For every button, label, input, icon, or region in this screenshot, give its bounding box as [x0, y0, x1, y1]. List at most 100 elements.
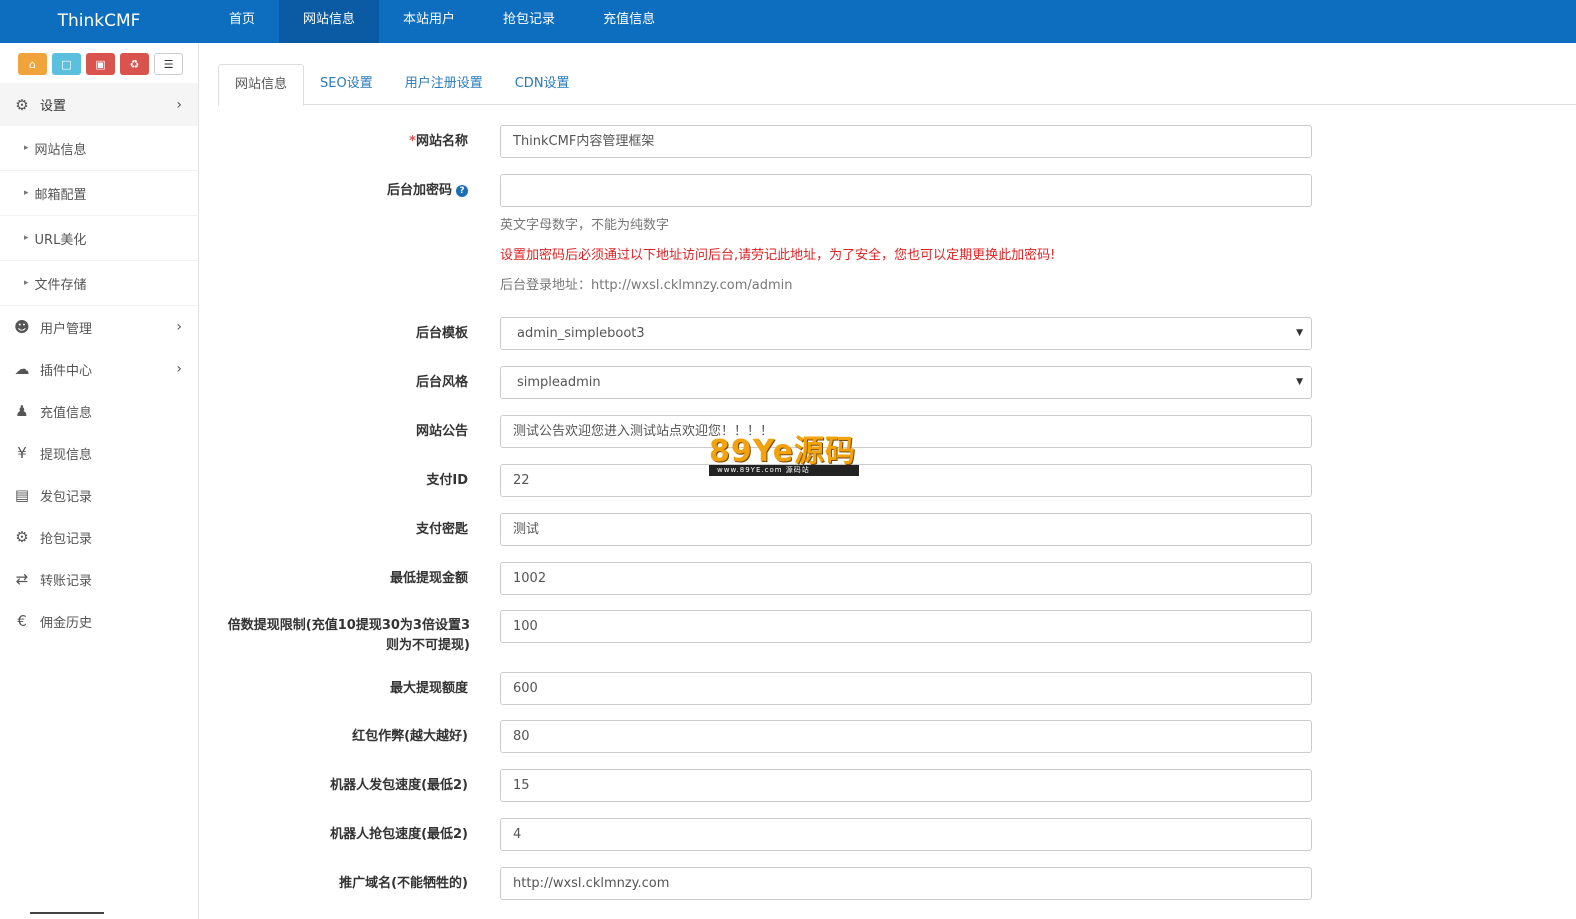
admin-template-value: admin_simpleboot3 [517, 326, 645, 341]
pay-key-label: 支付密匙 [415, 522, 468, 537]
chevron-right-icon: › [176, 319, 182, 335]
form-row-site-name: *网站名称 ThinkCMF内容管理框架 [218, 125, 1318, 159]
min-withdraw-input[interactable]: 1002 [500, 562, 1312, 595]
tab-site-info[interactable]: 网站信息 [218, 64, 305, 106]
pay-id-label: 支付ID [426, 473, 468, 488]
tab-user-register[interactable]: 用户注册设置 [389, 64, 499, 105]
sidebar-item-label: 插件中心 [40, 363, 93, 379]
cheat-input[interactable]: 80 [500, 720, 1312, 753]
nav-home[interactable]: 首页 [205, 0, 279, 43]
sidebar-item-settings[interactable]: ⚙ 设置 › [0, 83, 198, 126]
sidebar-subitem-storage[interactable]: ▸ 文件存储 [0, 261, 198, 306]
form-row-max-withdraw: 最大提现额度 600 [218, 672, 1318, 706]
password-help-login-url: 后台登录地址：http://wxsl.cklmnzy.com/admin [500, 278, 793, 293]
sidebar-item-user-mgmt[interactable]: ☻ 用户管理 › [0, 306, 198, 348]
exchange-icon: ⇄ [15, 570, 29, 588]
sidebar-item-label: 设置 [40, 99, 67, 114]
recycle-icon[interactable]: ♻ [120, 53, 149, 75]
form-row-admin-password: 后台加密码? 英文字母数字，不能为纯数字 设置加密码后必须通过以下地址访问后台,… [218, 174, 1318, 294]
multiple-limit-label-line2: 则为不可提现) [386, 638, 470, 653]
question-icon[interactable]: ? [456, 185, 468, 197]
max-withdraw-input[interactable]: 600 [500, 672, 1312, 705]
file-icon[interactable]: □ [52, 53, 81, 75]
robot-grab-input[interactable]: 4 [500, 818, 1312, 851]
brand-logo[interactable]: ThinkCMF [0, 0, 198, 43]
max-withdraw-label: 最大提现额度 [389, 681, 468, 696]
sidebar-item-withdraw[interactable]: ¥ 提现信息 [0, 432, 198, 474]
euro-icon: € [17, 612, 27, 630]
site-name-input[interactable]: ThinkCMF内容管理框架 [500, 125, 1312, 158]
sidebar-scrollbar[interactable] [30, 912, 104, 914]
caret-right-icon: ▸ [24, 188, 29, 198]
notice-input[interactable]: 测试公告欢迎您进入测试站点欢迎您！！！！ [500, 415, 1312, 448]
nav-site-info[interactable]: 网站信息 [279, 0, 380, 43]
database-icon: ▤ [14, 486, 30, 504]
sidebar-subitem-label: 邮箱配置 [34, 187, 87, 203]
sidebar-subitem-url[interactable]: ▸ URL美化 [0, 216, 198, 261]
multiple-limit-input[interactable]: 100 [500, 610, 1312, 643]
sidebar-item-label: 抢包记录 [40, 531, 93, 547]
caret-right-icon: ▸ [24, 233, 29, 243]
home-icon[interactable]: ⌂ [18, 53, 47, 75]
users-icon: ☻ [14, 318, 30, 336]
settings-tabs: 网站信息 SEO设置 用户注册设置 CDN设置 [218, 64, 1576, 106]
sidebar-item-label: 佣金历史 [40, 615, 93, 631]
admin-style-select[interactable]: simpleadmin ▼ [500, 366, 1312, 399]
tab-seo[interactable]: SEO设置 [304, 64, 389, 105]
admin-style-value: simpleadmin [517, 375, 601, 390]
top-nav: 首页 网站信息 本站用户 抢包记录 充值信息 [205, 0, 679, 43]
form-row-multiple-limit: 倍数提现限制(充值10提现30为3倍设置3 则为不可提现) 100 [218, 610, 1318, 660]
sidebar-item-label: 转账记录 [40, 573, 93, 589]
caret-down-icon: ▼ [1296, 377, 1303, 387]
sidebar-item-commission[interactable]: € 佣金历史 [0, 600, 198, 642]
sidebar-subitem-label: 文件存储 [34, 277, 87, 293]
pay-id-input[interactable]: 22 [500, 464, 1312, 497]
list-icon[interactable]: ☰ [154, 53, 183, 75]
cloud-icon: ☁ [14, 360, 30, 378]
required-mark: * [409, 134, 416, 149]
sidebar-item-grab-records[interactable]: ⚙ 抢包记录 [0, 516, 198, 558]
form-row-pay-key: 支付密匙 测试 [218, 513, 1318, 547]
sidebar-item-transfer-records[interactable]: ⇄ 转账记录 [0, 558, 198, 600]
robot-send-input[interactable]: 15 [500, 769, 1312, 802]
cheat-label: 红包作弊(越大越好) [352, 729, 468, 744]
caret-down-icon: ▼ [1296, 328, 1303, 338]
site-name-label: *网站名称 [208, 132, 468, 152]
password-help-warning: 设置加密码后必须通过以下地址访问后台,请劳记此地址，为了安全，您也可以定期更换此… [500, 248, 1056, 263]
trash-icon[interactable]: ▣ [86, 53, 115, 75]
promo-domain-input[interactable]: http://wxsl.cklmnzy.com [500, 867, 1312, 900]
top-navbar: ThinkCMF 首页 网站信息 本站用户 抢包记录 充值信息 [0, 0, 1576, 43]
form-row-admin-template: 后台模板 admin_simpleboot3 ▼ [218, 317, 1318, 351]
form-row-robot-grab: 机器人抢包速度(最低2) 4 [218, 818, 1318, 852]
multiple-limit-label-line1: 倍数提现限制(充值10提现30为3倍设置3 [227, 618, 470, 633]
gears-icon: ⚙ [15, 95, 29, 114]
shortcut-bar: ⌂ □ ▣ ♻ ☰ [18, 53, 183, 75]
sidebar-subitem-label: 网站信息 [34, 142, 87, 158]
form-row-robot-send: 机器人发包速度(最低2) 15 [218, 769, 1318, 803]
form-row-promo-domain: 推广域名(不能牺牲的) http://wxsl.cklmnzy.com [218, 867, 1318, 901]
yen-icon: ¥ [17, 444, 27, 462]
site-name-label-text: 网站名称 [415, 134, 468, 149]
sidebar-item-label: 提现信息 [40, 447, 93, 463]
nav-site-users[interactable]: 本站用户 [379, 0, 479, 43]
nav-grab-records[interactable]: 抢包记录 [479, 0, 579, 43]
sidebar-item-recharge[interactable]: ♟ 充值信息 [0, 390, 198, 432]
form-row-admin-style: 后台风格 simpleadmin ▼ [218, 366, 1318, 400]
form-row-cheat: 红包作弊(越大越好) 80 [218, 720, 1318, 754]
admin-password-input[interactable] [500, 174, 1312, 207]
sidebar-item-label: 发包记录 [40, 489, 93, 505]
sidebar-item-send-records[interactable]: ▤ 发包记录 [0, 474, 198, 516]
sidebar-subitem-site-info[interactable]: ▸ 网站信息 [0, 126, 198, 171]
tab-cdn[interactable]: CDN设置 [499, 64, 586, 105]
multiple-limit-label: 倍数提现限制(充值10提现30为3倍设置3 则为不可提现) [210, 616, 470, 656]
user-icon: ♟ [15, 402, 29, 420]
sidebar-subitem-mail[interactable]: ▸ 邮箱配置 [0, 171, 198, 216]
chevron-right-icon: › [176, 361, 182, 377]
promo-domain-label: 推广域名(不能牺牲的) [339, 876, 468, 891]
sidebar-item-plugins[interactable]: ☁ 插件中心 › [0, 348, 198, 390]
admin-password-label-text: 后台加密码 [386, 183, 452, 198]
pay-key-input[interactable]: 测试 [500, 513, 1312, 546]
nav-recharge[interactable]: 充值信息 [579, 0, 679, 43]
watermark-logo: 89Ye源码 www.89YE.com 源码站 [709, 436, 859, 477]
admin-template-select[interactable]: admin_simpleboot3 ▼ [500, 317, 1312, 350]
